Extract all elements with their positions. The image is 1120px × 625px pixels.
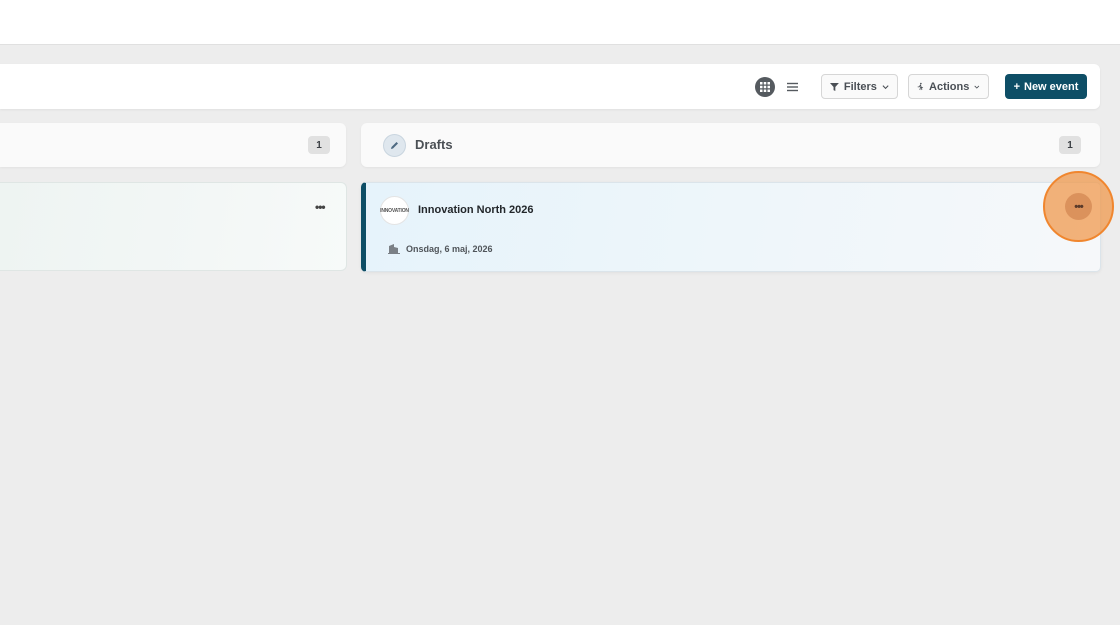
filter-icon: [830, 82, 839, 91]
board-toolbar: Filters Actions + New event: [0, 64, 1100, 109]
card-menu-icon[interactable]: •••: [315, 201, 326, 213]
card-menu-dots: •••: [1074, 200, 1084, 213]
building-icon: [388, 244, 400, 254]
new-event-label: New event: [1024, 80, 1079, 93]
chevron-down-icon: [974, 85, 980, 89]
walking-person-icon: [917, 82, 924, 91]
column-title: Drafts: [415, 137, 453, 152]
top-bar: [0, 0, 1120, 45]
actions-button[interactable]: Actions: [908, 74, 989, 99]
pencil-icon: [383, 134, 406, 157]
plus-icon: +: [1013, 80, 1020, 93]
grid-icon: [760, 82, 770, 92]
column-count-badge: 1: [1059, 136, 1081, 154]
event-card[interactable]: INNOVATION Innovation North 2026 Onsdag,…: [361, 182, 1101, 272]
column-count-badge: 1: [308, 136, 330, 154]
list-icon: [786, 82, 798, 92]
column-header-left: 1: [0, 123, 346, 167]
event-card[interactable]: •••: [0, 182, 347, 271]
chevron-down-icon: [882, 84, 889, 89]
event-date-row: Onsdag, 6 maj, 2026: [388, 243, 493, 254]
event-logo: INNOVATION: [380, 196, 409, 225]
event-logo-text: INNOVATION: [380, 207, 409, 214]
grid-view-toggle[interactable]: [755, 77, 775, 97]
new-event-button[interactable]: + New event: [1005, 74, 1087, 99]
event-date: Onsdag, 6 maj, 2026: [406, 243, 493, 254]
column-header-drafts: Drafts 1: [361, 123, 1100, 167]
filters-button[interactable]: Filters: [821, 74, 898, 99]
card-menu-icon[interactable]: •••: [1065, 193, 1092, 220]
filters-label: Filters: [843, 80, 877, 93]
list-view-toggle[interactable]: [782, 76, 802, 98]
card-menu-button-highlight[interactable]: •••: [1043, 171, 1114, 242]
event-title: Innovation North 2026: [418, 204, 534, 216]
actions-label: Actions: [929, 80, 970, 93]
